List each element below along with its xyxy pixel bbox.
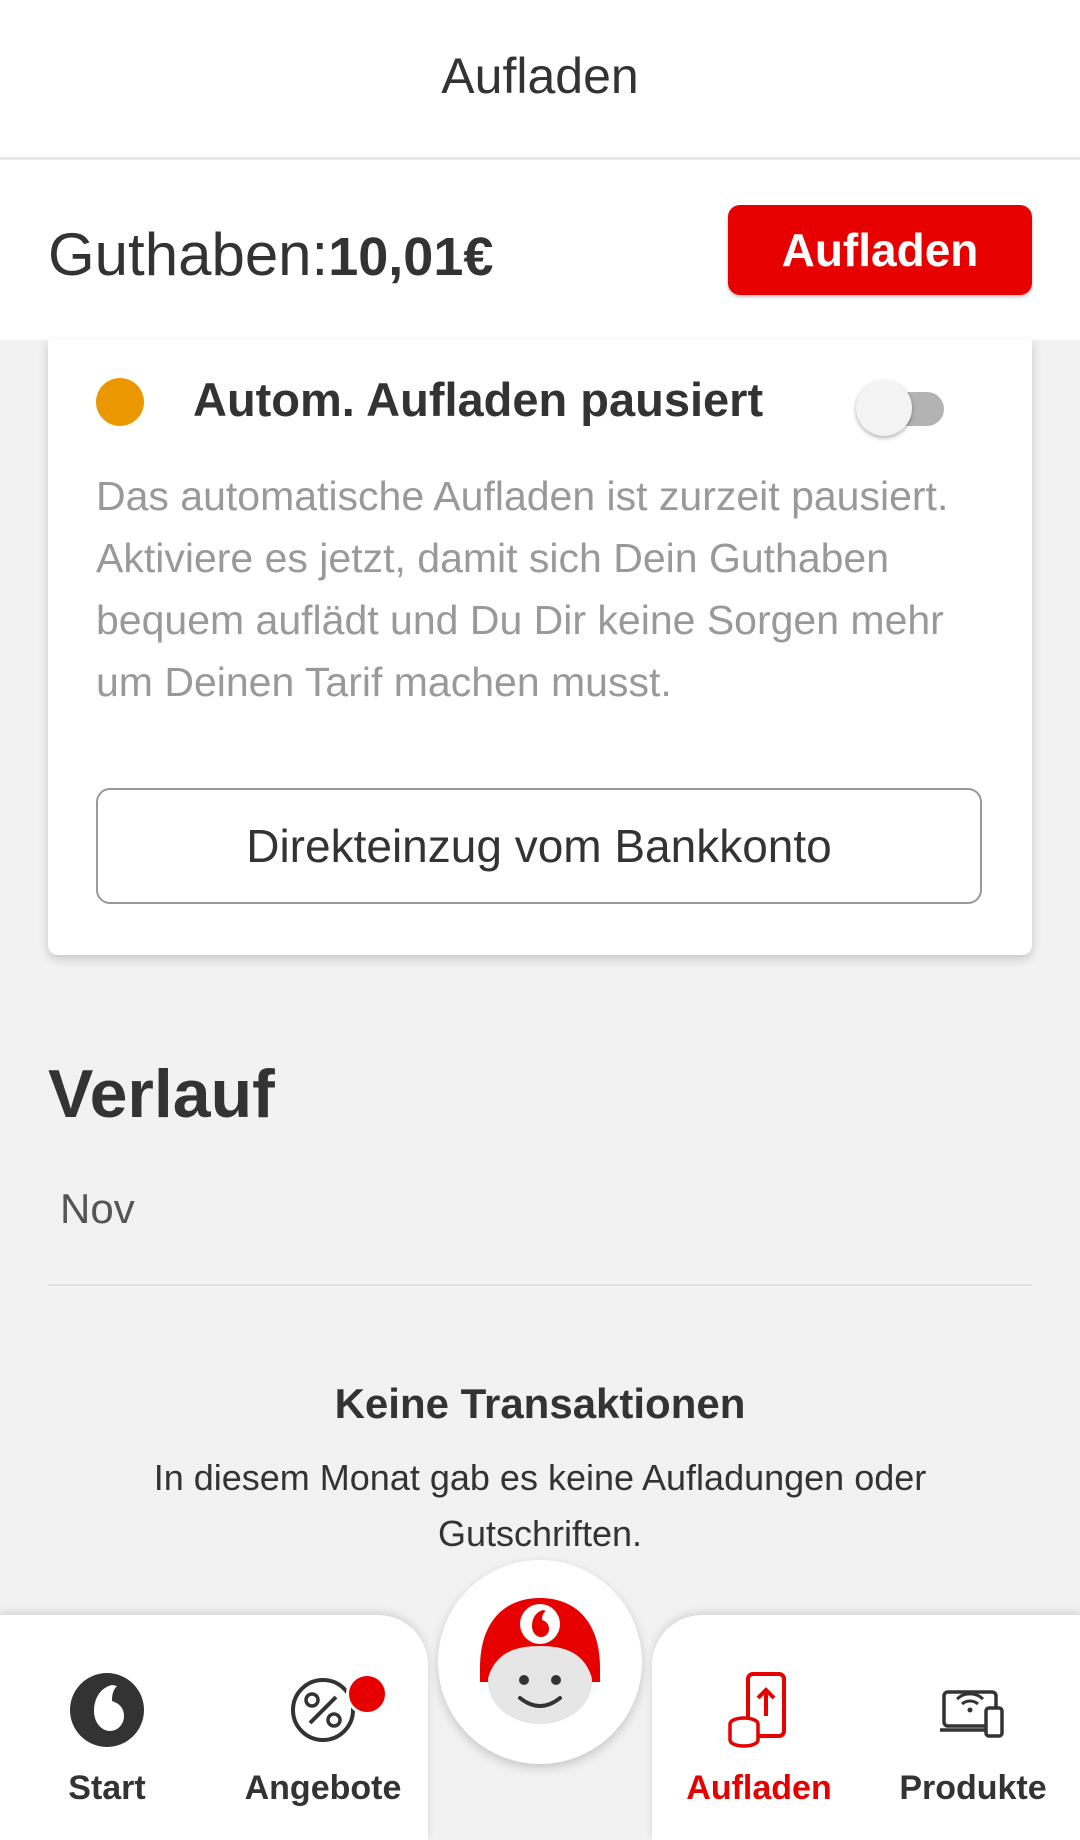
nav-label-produkte: Produkte — [899, 1769, 1047, 1807]
header-bar: Aufladen — [0, 0, 1080, 160]
month-label[interactable]: Nov — [60, 1185, 135, 1233]
nav-panel-left: Start Angebote — [0, 1615, 428, 1840]
divider — [48, 1284, 1032, 1286]
topup-icon — [654, 1665, 864, 1755]
devices-icon — [868, 1665, 1078, 1755]
balance-label: Guthaben: — [48, 221, 329, 288]
auto-topup-toggle[interactable] — [856, 380, 946, 436]
mascot-assistant-button[interactable] — [438, 1560, 642, 1764]
auto-topup-description: Das automatische Aufladen ist zurzeit pa… — [96, 473, 949, 705]
toggle-thumb — [856, 380, 912, 436]
auto-topup-title: Autom. Aufladen pausiert — [193, 373, 764, 426]
nav-label-aufladen: Aufladen — [686, 1769, 832, 1807]
vodafone-logo-icon — [2, 1665, 212, 1755]
balance-amount: 10,01€ — [328, 227, 494, 287]
empty-state-title: Keine Transaktionen — [334, 1380, 746, 1427]
balance-display: Guthaben:10,01€ — [48, 220, 493, 289]
auto-topup-card: Autom. Aufladen pausiert Das automatisch… — [48, 340, 1032, 955]
percent-icon — [218, 1665, 428, 1755]
direct-debit-button[interactable]: Direkteinzug vom Bankkonto — [96, 788, 982, 904]
history-title: Verlauf — [48, 1056, 275, 1132]
nav-item-aufladen[interactable]: Aufladen — [654, 1665, 864, 1808]
nav-label-start: Start — [68, 1769, 146, 1807]
status-dot-icon — [96, 378, 144, 426]
mascot-icon — [470, 1590, 610, 1735]
balance-bar: Guthaben:10,01€ Aufladen — [0, 160, 1080, 340]
nav-label-angebote: Angebote — [244, 1769, 402, 1807]
empty-state-text: In diesem Monat gab es keine Aufladungen… — [153, 1457, 927, 1554]
notification-badge — [346, 1673, 388, 1715]
topup-button[interactable]: Aufladen — [728, 205, 1032, 295]
nav-panel-right: Aufladen Produkte — [652, 1615, 1080, 1840]
nav-item-produkte[interactable]: Produkte — [868, 1665, 1078, 1808]
page-title: Aufladen — [441, 48, 639, 104]
nav-item-angebote[interactable]: Angebote — [218, 1665, 428, 1808]
nav-item-start[interactable]: Start — [2, 1665, 212, 1808]
